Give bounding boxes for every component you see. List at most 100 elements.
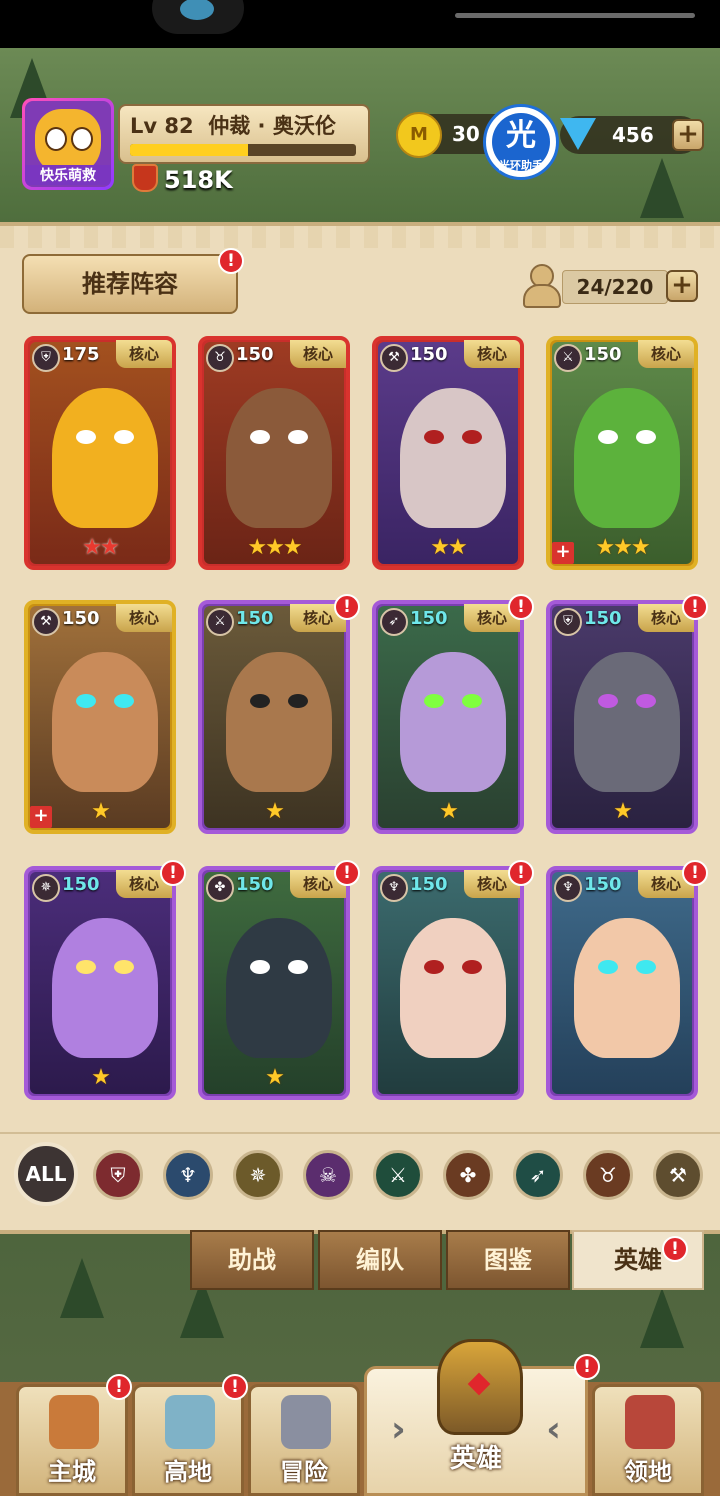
- shield-icon: ⛨: [554, 608, 582, 636]
- hero-portrait: [52, 652, 158, 792]
- hero-card[interactable]: ♆ 150 核心: [372, 866, 524, 1100]
- avatar-label: 快乐萌救: [25, 165, 111, 185]
- hero-art: [378, 342, 518, 564]
- filter-winged-emblem-icon[interactable]: ✵: [233, 1150, 283, 1200]
- hero-portrait: [226, 652, 332, 792]
- castle-icon: [49, 1395, 99, 1449]
- tab-support[interactable]: 助战: [190, 1230, 314, 1290]
- filter-paw-icon[interactable]: ✤: [443, 1150, 493, 1200]
- filter-all[interactable]: ALL: [14, 1142, 78, 1206]
- nav-main-city[interactable]: 主城: [16, 1384, 128, 1496]
- hero-level: 150: [62, 608, 100, 629]
- notification-badge: !: [334, 594, 360, 620]
- hero-portrait: [226, 918, 332, 1058]
- hero-art: [204, 606, 344, 828]
- xp-bar-fill: [130, 144, 248, 156]
- panel-border-pattern: [0, 226, 720, 248]
- hero-card[interactable]: ➶ 150 核心 ★: [372, 600, 524, 834]
- filter-staff-icon[interactable]: ♆: [163, 1150, 213, 1200]
- nav-territory[interactable]: 领地: [592, 1384, 704, 1496]
- tree-decoration: [640, 158, 684, 218]
- hero-art: [552, 606, 692, 828]
- fish-icon: [180, 0, 214, 20]
- hero-card[interactable]: ✵ 150 核心 ★: [24, 866, 176, 1100]
- recommended-lineup-button[interactable]: 推荐阵容: [22, 254, 238, 314]
- hero-stars: ★: [265, 1065, 285, 1090]
- notification-badge: !: [508, 860, 534, 886]
- hero-portrait: [226, 388, 332, 528]
- filter-crossed-swords-icon[interactable]: ⚔: [373, 1150, 423, 1200]
- hero-stars: ★: [91, 1065, 111, 1090]
- halo-assistant-button[interactable]: 光 光环助手: [483, 104, 559, 180]
- hero-level: 175: [62, 344, 100, 365]
- staff-icon: ♆: [380, 874, 408, 902]
- hero-art: [378, 872, 518, 1094]
- filter-axe-icon[interactable]: ⚒: [653, 1150, 703, 1200]
- notification-badge: !: [682, 860, 708, 886]
- crossed-swords-icon: ⚔: [554, 344, 582, 372]
- nav-highland[interactable]: 高地: [132, 1384, 244, 1496]
- hero-tabs: 助战 编队 图鉴 英雄: [190, 1230, 710, 1292]
- hero-card[interactable]: ✤ 150 核心 ★: [198, 866, 350, 1100]
- hero-card[interactable]: ⚒ 150 核心 ★★: [372, 336, 524, 570]
- hero-art: [552, 872, 692, 1094]
- hero-stars: ★: [439, 799, 459, 824]
- filter-bow-icon[interactable]: ➶: [513, 1150, 563, 1200]
- hero-portrait: [400, 918, 506, 1058]
- power-shield-icon: [132, 164, 158, 192]
- core-tag: 核心: [116, 604, 172, 632]
- notification-badge: !: [334, 860, 360, 886]
- hero-portrait: [400, 388, 506, 528]
- axe-icon: ⚒: [380, 344, 408, 372]
- hero-stars: ★: [265, 799, 285, 824]
- hero-level: 150: [236, 874, 274, 895]
- hero-card[interactable]: ♆ 150 核心: [546, 866, 698, 1100]
- crossed-swords-icon: ⚔: [206, 608, 234, 636]
- hero-level: 150: [584, 874, 622, 895]
- add-gems-button[interactable]: +: [672, 119, 704, 151]
- hero-card[interactable]: ⚔ 150 核心 ★★★ +: [546, 336, 698, 570]
- winged-emblem-icon: ✵: [32, 874, 60, 902]
- tab-codex[interactable]: 图鉴: [446, 1230, 570, 1290]
- tab-formation[interactable]: 编队: [318, 1230, 442, 1290]
- player-avatar[interactable]: 快乐萌救: [22, 98, 114, 190]
- hero-art: [30, 872, 170, 1094]
- status-bar: [0, 0, 720, 48]
- hero-stars: ★: [613, 799, 633, 824]
- nav-territory-label: 领地: [624, 1458, 672, 1486]
- paw-icon: ✤: [206, 874, 234, 902]
- gold-coin-icon: M: [396, 112, 442, 158]
- hero-card[interactable]: ⚔ 150 核心 ★: [198, 600, 350, 834]
- hero-card[interactable]: ⛨ 175 核心 ★★: [24, 336, 176, 570]
- halo-assistant-label: 光环助手: [499, 159, 543, 172]
- player-level-name: Lv 82 仲裁 · 奥沃伦: [130, 110, 336, 140]
- nav-adventure[interactable]: 冒险: [248, 1384, 360, 1496]
- notification-badge: !: [682, 594, 708, 620]
- notification-badge: !: [662, 1236, 688, 1262]
- hero-card[interactable]: ♉ 150 核心 ★★★: [198, 336, 350, 570]
- filter-skull-icon[interactable]: ☠: [303, 1150, 353, 1200]
- hero-capacity-value: 24/220: [562, 270, 668, 304]
- tree-decoration: [640, 1288, 684, 1348]
- hero-stars: ★★★: [247, 535, 302, 560]
- floating-assistant-bubble[interactable]: [152, 0, 244, 34]
- crossed-swords-icon: [281, 1395, 331, 1449]
- add-capacity-button[interactable]: +: [666, 270, 698, 302]
- filter-horned-skull-icon[interactable]: ♉: [583, 1150, 633, 1200]
- horned-skull-icon: ♉: [206, 344, 234, 372]
- nav-highland-label: 高地: [164, 1458, 212, 1486]
- nav-heroes[interactable]: › ‹ 英雄: [364, 1339, 588, 1496]
- hero-portrait: [52, 388, 158, 528]
- banner-icon: [625, 1395, 675, 1449]
- filter-shield-icon[interactable]: ⛨: [93, 1150, 143, 1200]
- hero-art: [30, 606, 170, 828]
- player-name: 仲裁 · 奥沃伦: [208, 114, 336, 138]
- hero-card[interactable]: ⛨ 150 核心 ★: [546, 600, 698, 834]
- player-info-box[interactable]: Lv 82 仲裁 · 奥沃伦: [118, 104, 370, 164]
- notification-badge: !: [218, 248, 244, 274]
- hero-card[interactable]: ⚒ 150 核心 ★ +: [24, 600, 176, 834]
- diamond-icon: [560, 118, 596, 150]
- hero-level: 150: [584, 608, 622, 629]
- core-tag: 核心: [116, 340, 172, 368]
- hero-art: [204, 342, 344, 564]
